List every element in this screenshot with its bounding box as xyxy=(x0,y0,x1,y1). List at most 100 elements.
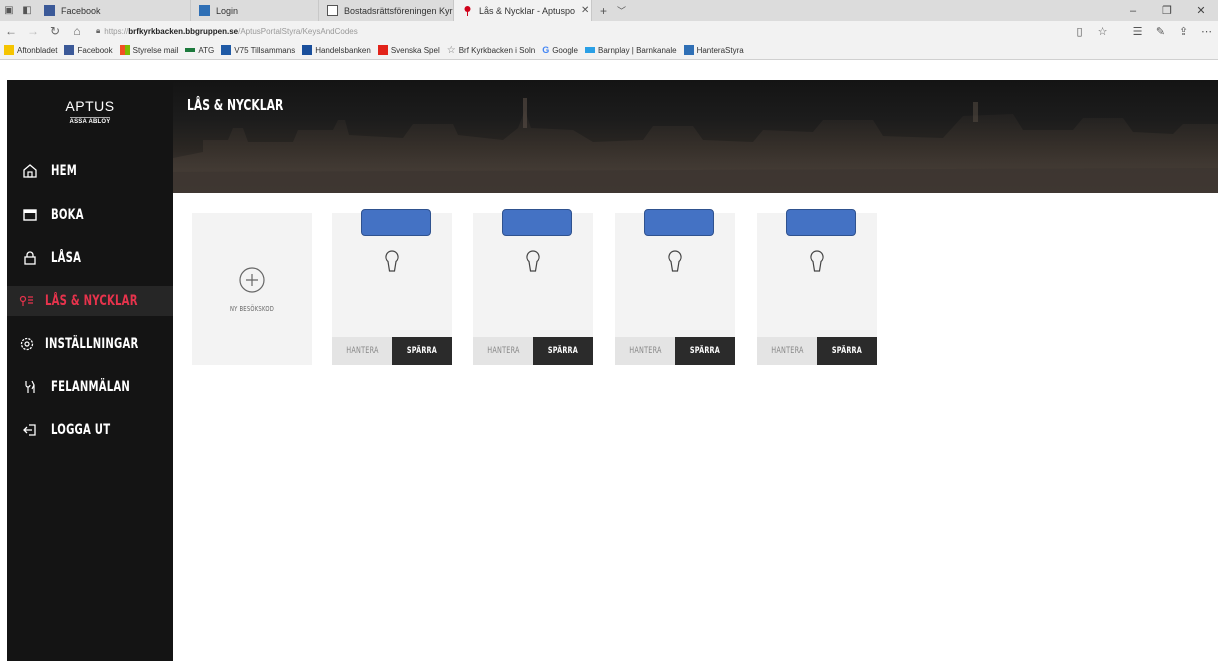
sidebar-item-label: LÅSA xyxy=(51,250,82,266)
block-label: SPÄRRA xyxy=(689,346,721,356)
card-actions: HANTERA SPÄRRA xyxy=(757,337,877,365)
bookmark-v75[interactable]: V75 Tillsammans xyxy=(221,45,295,55)
url-path: /AptusPortalStyra/KeysAndCodes xyxy=(238,26,358,36)
star-icon: ☆ xyxy=(446,44,456,56)
refresh-icon[interactable]: ↻ xyxy=(44,24,66,38)
manage-label: HANTERA xyxy=(628,346,662,356)
bookmark-svenska-spel[interactable]: Svenska Spel xyxy=(377,45,440,55)
block-button[interactable]: SPÄRRA xyxy=(533,337,593,365)
block-label: SPÄRRA xyxy=(831,346,863,356)
new-tab-area: + ﹀ xyxy=(592,0,634,21)
tab-title: Lås & Nycklar - Aptuspo xyxy=(479,5,576,16)
bookmark-aftonbladet[interactable]: Aftonbladet xyxy=(4,45,57,55)
sidebar-item-felanmalan[interactable]: FELANMÄLAN xyxy=(7,372,173,402)
block-label: SPÄRRA xyxy=(547,346,579,356)
bookmark-label: Styrelse mail xyxy=(132,45,179,55)
new-visitor-code-label: NY BESÖKSKOD xyxy=(229,305,274,313)
redacted-key-name xyxy=(644,209,714,236)
sidebar-item-hem[interactable]: HEM xyxy=(7,156,173,186)
sidebar-item-label: HEM xyxy=(51,163,78,179)
bookmark-icon xyxy=(377,45,388,55)
page-title: LÅS & NYCKLAR xyxy=(187,96,284,114)
google-icon: G xyxy=(542,45,550,55)
bookmark-barnplay[interactable]: Barnplay | Barnkanale xyxy=(585,46,677,55)
bookmark-facebook[interactable]: Facebook xyxy=(64,45,113,55)
bookmark-label: Barnplay | Barnkanale xyxy=(598,45,677,55)
tab-actions-icon[interactable]: ▣ xyxy=(0,0,18,21)
reading-view-icon[interactable]: ▯ xyxy=(1068,25,1091,38)
bookmark-google[interactable]: G Google xyxy=(542,45,578,55)
browser-tab-brf[interactable]: Bostadsrättsföreningen Kyrl xyxy=(319,0,454,21)
share-icon[interactable]: ⇪ xyxy=(1172,25,1195,38)
key-icon xyxy=(665,249,685,278)
sidebar-item-label: BOKA xyxy=(51,207,84,223)
browser-tab-login[interactable]: Login xyxy=(191,0,319,21)
lock-icon xyxy=(19,250,41,266)
browser-toolbar-right: ▯ ☆ ☰ ✎ ⇪ ⋯ xyxy=(1068,25,1218,38)
bookmark-label: Brf Kyrkbacken i Soln xyxy=(458,45,536,55)
logout-icon xyxy=(19,422,41,438)
close-window-icon[interactable]: ✕ xyxy=(1184,4,1218,17)
manage-label: HANTERA xyxy=(770,346,804,356)
browser-tab-active[interactable]: Lås & Nycklar - Aptuspo ✕ xyxy=(454,0,592,21)
city-skyline-image xyxy=(173,98,1218,193)
bookmark-icon xyxy=(585,47,595,53)
block-button[interactable]: SPÄRRA xyxy=(817,337,877,365)
sidebar-item-boka[interactable]: BOKA xyxy=(7,200,173,230)
key-icon xyxy=(523,249,543,278)
key-card: HANTERA SPÄRRA xyxy=(473,209,593,365)
manage-button[interactable]: HANTERA xyxy=(332,337,392,365)
sidebar-item-las-och-nycklar[interactable]: LÅS & NYCKLAR xyxy=(7,286,173,316)
new-visitor-code-card[interactable]: NY BESÖKSKOD xyxy=(192,213,312,365)
url-host: brfkyrkbacken.bbgruppen.se xyxy=(128,26,239,36)
browser-tab-bar: ▣ ◧ Facebook Login Bostadsrättsföreninge… xyxy=(0,0,1218,21)
pen-icon[interactable]: ✎ xyxy=(1149,25,1172,38)
more-icon[interactable]: ⋯ xyxy=(1195,25,1218,38)
bookmark-label: Facebook xyxy=(77,45,113,55)
redacted-key-name xyxy=(361,209,431,236)
sidebar-item-lasa[interactable]: LÅSA xyxy=(7,243,173,273)
block-button[interactable]: SPÄRRA xyxy=(675,337,735,365)
set-aside-tabs-icon[interactable]: ◧ xyxy=(18,0,36,21)
new-tab-icon[interactable]: + xyxy=(600,4,607,18)
card-actions: HANTERA SPÄRRA xyxy=(332,337,452,365)
sidebar: APTUS ASSA ABLOY HEM BOKA LÅSA LÅS & NYC… xyxy=(7,80,173,661)
bookmark-hanterastyra[interactable]: HanteraStyra xyxy=(683,45,744,55)
back-icon[interactable]: ← xyxy=(0,24,22,38)
manage-label: HANTERA xyxy=(486,346,520,356)
tab-title: Login xyxy=(216,5,239,16)
key-icon xyxy=(807,249,827,278)
bookmark-brf-kyrkbacken[interactable]: ☆ Brf Kyrkbacken i Soln xyxy=(447,45,535,56)
keys-icon xyxy=(19,293,35,309)
bookmark-styrelse-mail[interactable]: Styrelse mail xyxy=(119,45,179,55)
home-icon[interactable]: ⌂ xyxy=(66,24,88,38)
favorites-hub-icon[interactable]: ☰ xyxy=(1126,25,1149,38)
manage-button[interactable]: HANTERA xyxy=(473,337,533,365)
chevron-down-icon[interactable]: ﹀ xyxy=(617,4,626,17)
redacted-key-name xyxy=(502,209,572,236)
browser-tab-facebook[interactable]: Facebook xyxy=(36,0,191,21)
facebook-icon xyxy=(44,5,55,16)
forward-icon[interactable]: → xyxy=(22,24,44,38)
sidebar-item-label: INSTÄLLNINGAR xyxy=(45,336,139,352)
minimize-icon[interactable]: – xyxy=(1116,5,1150,17)
block-button[interactable]: SPÄRRA xyxy=(392,337,452,365)
maximize-icon[interactable]: ❐ xyxy=(1150,4,1184,17)
sidebar-item-installningar[interactable]: INSTÄLLNINGAR xyxy=(7,329,173,359)
url-prefix: https:// xyxy=(104,26,129,36)
bookmark-label: Google xyxy=(552,45,578,55)
bookmark-handelsbanken[interactable]: Handelsbanken xyxy=(302,45,371,55)
close-tab-icon[interactable]: ✕ xyxy=(581,5,589,16)
address-bar[interactable]: 🔒︎ https://brfkyrkbacken.bbgruppen.se/Ap… xyxy=(96,26,1068,36)
bookmark-atg[interactable]: ATG xyxy=(185,46,214,55)
aptus-logo[interactable]: APTUS ASSA ABLOY xyxy=(7,98,173,126)
favorite-star-icon[interactable]: ☆ xyxy=(1091,25,1114,38)
manage-button[interactable]: HANTERA xyxy=(757,337,817,365)
sidebar-item-logga-ut[interactable]: LOGGA UT xyxy=(7,415,173,445)
browser-nav-bar: ← → ↻ ⌂ 🔒︎ https://brfkyrkbacken.bbgrupp… xyxy=(0,21,1218,41)
tab-title: Facebook xyxy=(61,5,101,16)
window-controls: – ❐ ✕ xyxy=(1116,0,1218,21)
key-card: HANTERA SPÄRRA xyxy=(332,209,452,365)
bookmark-icon xyxy=(683,45,694,55)
manage-button[interactable]: HANTERA xyxy=(615,337,675,365)
